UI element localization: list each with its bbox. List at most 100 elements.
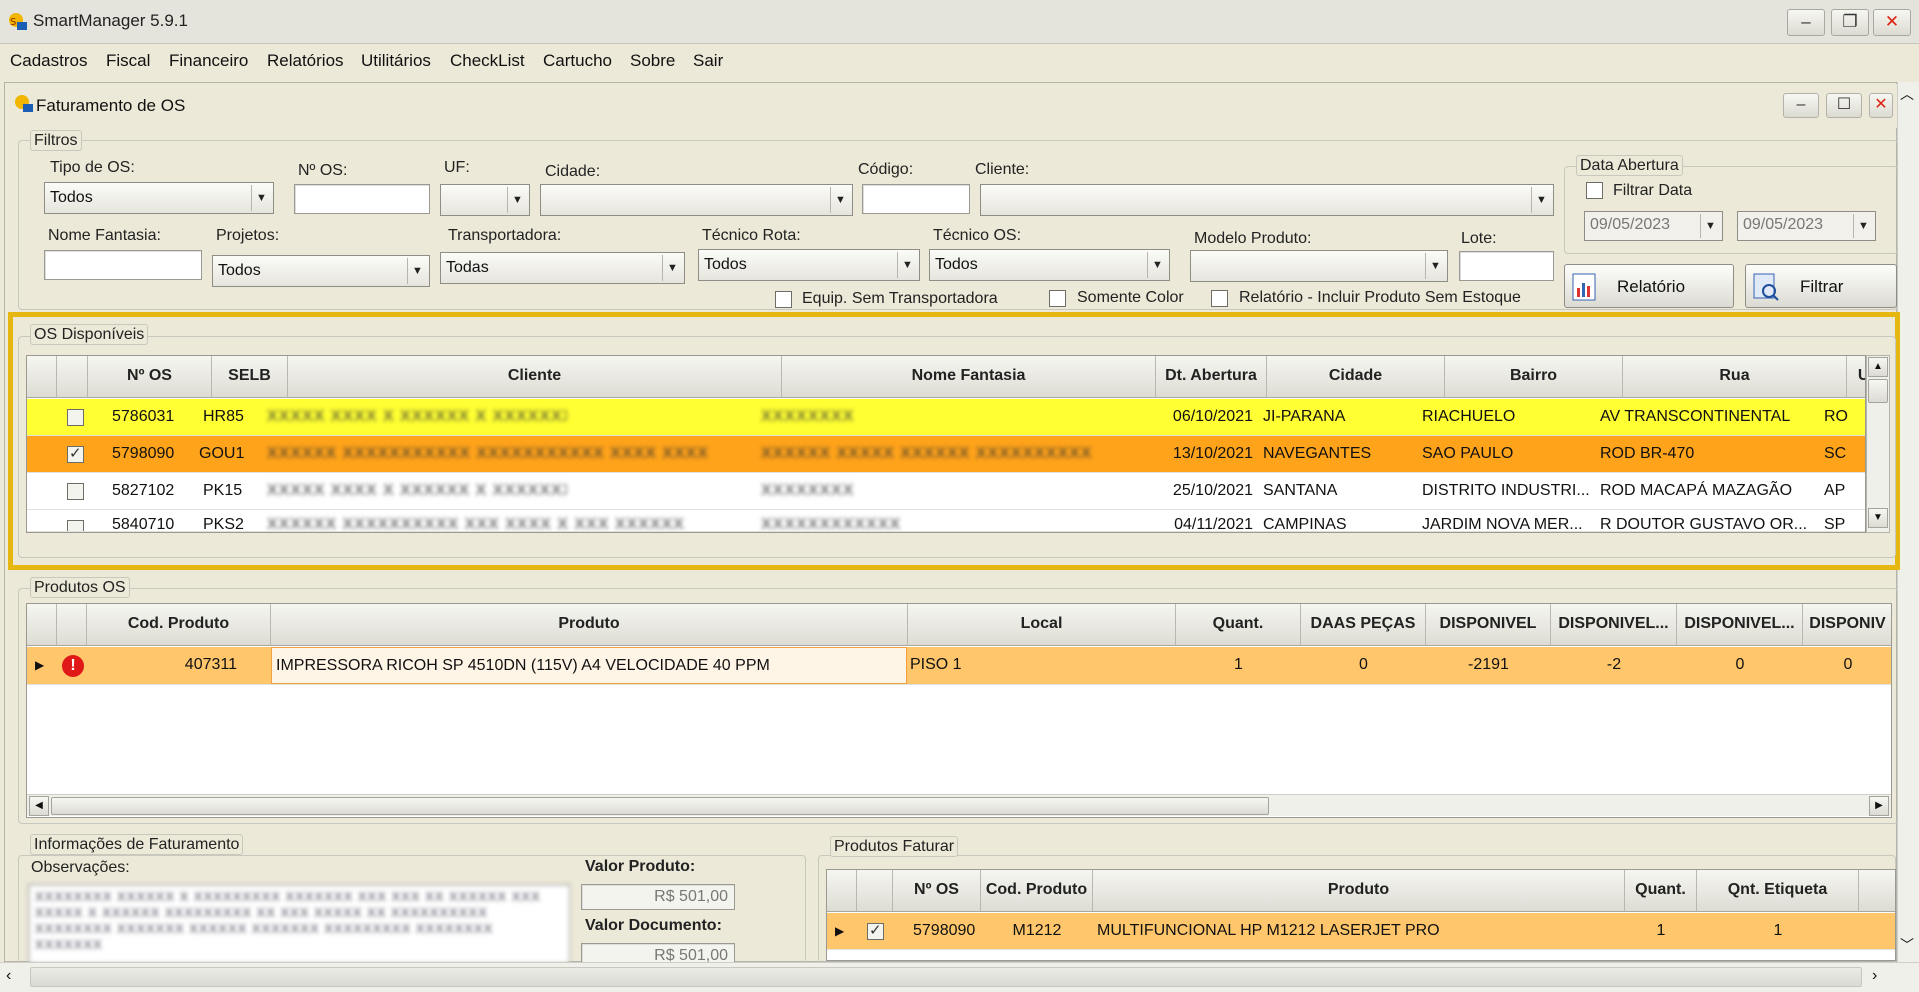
cell-cliente: XXXXX XXXX X XXXXXX X XXXXXXX bbox=[267, 482, 567, 499]
window-hscroll[interactable]: ‹ › bbox=[0, 962, 1919, 992]
os-grid-hscroll[interactable]: ◀ ▶ bbox=[27, 532, 1866, 533]
row-select-checkbox[interactable] bbox=[67, 483, 84, 500]
observacoes-textarea[interactable]: XXXXXXXX XXXXXX X XXXXXXXXX XXXXXXX XXX … bbox=[28, 884, 570, 964]
col-disponivel[interactable]: DISPONIVEL bbox=[1426, 604, 1551, 646]
table-row[interactable]: 5840710 PKS2 XXXXXX XXXXXXXXXX XXX XXXX … bbox=[27, 510, 1865, 532]
scroll-left-icon[interactable]: ◀ bbox=[29, 796, 49, 816]
cidade-select[interactable]: ▼ bbox=[540, 184, 853, 216]
table-row[interactable]: ▶ ! 407311 IMPRESSORA RICOH SP 4510DN (1… bbox=[27, 647, 1891, 685]
col-qnt-etiqueta[interactable]: Qnt. Etiqueta bbox=[1697, 870, 1859, 912]
close-icon[interactable]: ✕ bbox=[1873, 9, 1911, 36]
cell-dt-abertura: 13/10/2021 bbox=[1172, 445, 1253, 462]
col-cod-produto[interactable]: Cod. Produto bbox=[87, 604, 271, 646]
table-row[interactable]: 5827102 PK15 XXXXX XXXX X XXXXXX X XXXXX… bbox=[27, 473, 1865, 510]
table-row[interactable]: 5798090 GOU1 XXXXXX XXXXXXXXXXX XXXXXXXX… bbox=[27, 436, 1865, 473]
cell-nos: 5798090 bbox=[913, 922, 976, 939]
cidade-label: Cidade: bbox=[545, 163, 601, 180]
scroll-up-icon[interactable]: ︿ bbox=[1900, 84, 1914, 104]
row-header bbox=[27, 356, 57, 398]
scroll-up-icon[interactable]: ▲ bbox=[1868, 357, 1888, 377]
chevron-down-icon: ▼ bbox=[1425, 253, 1445, 279]
tipo-os-label: Tipo de OS: bbox=[50, 159, 135, 176]
cell-daas-pecas: 0 bbox=[1359, 656, 1368, 673]
col-cliente[interactable]: Cliente bbox=[288, 356, 782, 398]
chevron-down-icon: ▼ bbox=[251, 185, 271, 211]
col-disponivel-2[interactable]: DISPONIVEL... bbox=[1551, 604, 1677, 646]
col-nos[interactable]: Nº OS bbox=[88, 356, 212, 398]
relatorio-incluir-checkbox[interactable] bbox=[1211, 290, 1228, 307]
col-nome-fantasia[interactable]: Nome Fantasia bbox=[782, 356, 1156, 398]
scroll-down-icon[interactable]: ﹀ bbox=[1900, 935, 1914, 955]
hscroll-thumb[interactable] bbox=[51, 797, 1269, 815]
tecnico-rota-select[interactable]: Todos ▼ bbox=[698, 249, 920, 281]
tecnico-os-select[interactable]: Todos ▼ bbox=[929, 249, 1170, 281]
window-minimize-icon[interactable]: – bbox=[1783, 93, 1819, 118]
row-select-checkbox[interactable] bbox=[67, 444, 84, 463]
data-fim-picker[interactable]: 09/05/2023 ▼ bbox=[1737, 211, 1876, 241]
table-row[interactable]: ▶ 5798090 M1212 MULTIFUNCIONAL HP M1212 … bbox=[827, 913, 1895, 950]
produtos-grid-hscroll[interactable]: ◀ ▶ bbox=[27, 794, 1891, 816]
filtrar-button[interactable]: Filtrar bbox=[1745, 264, 1897, 308]
menu-fiscal[interactable]: Fiscal bbox=[106, 51, 150, 71]
cell-produto[interactable]: IMPRESSORA RICOH SP 4510DN (115V) A4 VEL… bbox=[271, 647, 907, 684]
restore-icon[interactable]: ❐ bbox=[1831, 9, 1869, 36]
relatorio-button[interactable]: Relatório bbox=[1564, 264, 1734, 308]
cliente-select[interactable]: ▼ bbox=[980, 184, 1554, 216]
menu-relatorios[interactable]: Relatórios bbox=[267, 51, 344, 71]
col-bairro[interactable]: Bairro bbox=[1445, 356, 1623, 398]
menu-sobre[interactable]: Sobre bbox=[630, 51, 675, 71]
col-rua[interactable]: Rua bbox=[1623, 356, 1847, 398]
nome-fantasia-input[interactable] bbox=[44, 250, 202, 280]
window-close-icon[interactable]: ✕ bbox=[1869, 93, 1893, 118]
transportadora-select[interactable]: Todas ▼ bbox=[440, 252, 685, 284]
col-disponivel-4[interactable]: DISPONIV bbox=[1803, 604, 1891, 646]
menu-utilitarios[interactable]: Utilitários bbox=[361, 51, 431, 71]
row-pointer-icon: ▶ bbox=[835, 924, 845, 938]
col-cidade[interactable]: Cidade bbox=[1267, 356, 1445, 398]
col-nos[interactable]: Nº OS bbox=[893, 870, 981, 912]
scroll-right-icon[interactable]: › bbox=[1872, 967, 1877, 985]
col-produto[interactable]: Produto bbox=[271, 604, 908, 646]
menu-financeiro[interactable]: Financeiro bbox=[169, 51, 248, 71]
app-logo-icon: S bbox=[6, 10, 30, 32]
col-dt-abertura[interactable]: Dt. Abertura bbox=[1156, 356, 1267, 398]
filtrar-data-checkbox[interactable] bbox=[1586, 182, 1603, 199]
row-select-checkbox[interactable] bbox=[67, 409, 84, 426]
col-daas-pecas[interactable]: DAAS PEÇAS bbox=[1301, 604, 1426, 646]
scroll-right-icon[interactable]: ▶ bbox=[1869, 796, 1889, 816]
menu-cadastros[interactable]: Cadastros bbox=[10, 51, 87, 71]
col-cod-produto[interactable]: Cod. Produto bbox=[981, 870, 1093, 912]
col-quant[interactable]: Quant. bbox=[1625, 870, 1697, 912]
uf-select[interactable]: ▼ bbox=[440, 184, 530, 216]
cell-dt-abertura: 04/11/2021 bbox=[1174, 516, 1253, 532]
projetos-select[interactable]: Todos ▼ bbox=[212, 255, 430, 287]
scroll-left-icon[interactable]: ‹ bbox=[6, 967, 11, 985]
data-inicio-picker[interactable]: 09/05/2023 ▼ bbox=[1584, 211, 1723, 241]
os-grid-vscroll[interactable]: ▲ ▼ bbox=[1866, 355, 1890, 533]
col-local[interactable]: Local bbox=[908, 604, 1176, 646]
somente-color-checkbox[interactable] bbox=[1049, 290, 1066, 307]
menu-cartucho[interactable]: Cartucho bbox=[543, 51, 612, 71]
lote-input[interactable] bbox=[1459, 251, 1554, 281]
nos-input[interactable] bbox=[294, 184, 430, 214]
scroll-down-icon[interactable]: ▼ bbox=[1868, 508, 1888, 528]
col-quant[interactable]: Quant. bbox=[1176, 604, 1301, 646]
vscroll-thumb[interactable] bbox=[1868, 379, 1888, 403]
equip-sem-transp-checkbox[interactable] bbox=[775, 291, 792, 308]
window-maximize-icon[interactable]: ☐ bbox=[1826, 93, 1862, 118]
col-selb[interactable]: SELB bbox=[212, 356, 288, 398]
table-row[interactable]: 5786031 HR85 XXXXX XXXX X XXXXXX X XXXXX… bbox=[27, 399, 1865, 436]
col-produto[interactable]: Produto bbox=[1093, 870, 1625, 912]
menu-checklist[interactable]: CheckList bbox=[450, 51, 525, 71]
window-vscroll[interactable] bbox=[1897, 82, 1919, 962]
row-select-checkbox[interactable] bbox=[867, 921, 884, 940]
row-select-checkbox[interactable] bbox=[67, 520, 84, 531]
col-disponivel-3[interactable]: DISPONIVEL... bbox=[1677, 604, 1803, 646]
codigo-input[interactable] bbox=[862, 184, 970, 214]
menu-sair[interactable]: Sair bbox=[693, 51, 723, 71]
modelo-produto-select[interactable]: ▼ bbox=[1190, 250, 1448, 282]
tipo-os-select[interactable]: Todos ▼ bbox=[44, 182, 274, 214]
hscroll-thumb[interactable] bbox=[30, 967, 1862, 987]
col-uf[interactable]: UF bbox=[1847, 356, 1865, 398]
minimize-icon[interactable]: – bbox=[1787, 9, 1825, 36]
